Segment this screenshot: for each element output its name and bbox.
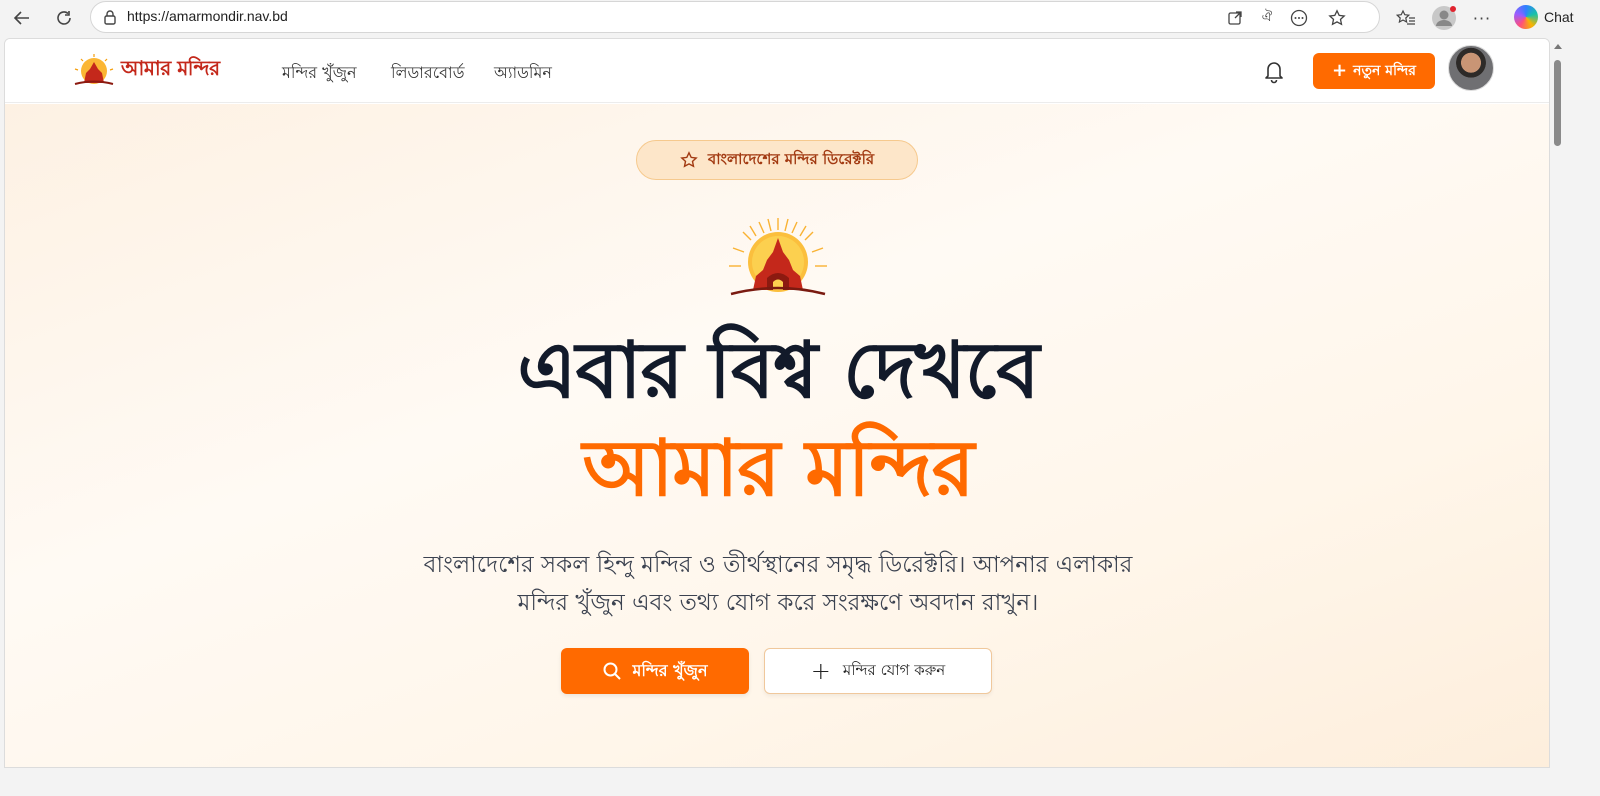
plus-icon: + <box>1332 60 1348 81</box>
translate-icon[interactable]: ঐ <box>1257 8 1277 28</box>
bell-icon[interactable] <box>1260 57 1288 85</box>
nav-admin[interactable]: অ্যাডমিন <box>494 60 552 87</box>
nav-leaderboard[interactable]: লিডারবোর্ড <box>391 60 464 87</box>
scrollbar-thumb[interactable] <box>1554 60 1561 146</box>
back-icon[interactable] <box>8 4 36 32</box>
scrollbar[interactable] <box>1552 42 1562 768</box>
directory-badge: বাংলাদেশের মন্দির ডিরেক্টরি <box>636 140 918 180</box>
refresh-icon[interactable] <box>50 4 78 32</box>
web-page: আমার মন্দির মন্দির খুঁজুন লিডারবোর্ড অ্য… <box>4 38 1550 768</box>
plus-icon: + <box>810 657 831 685</box>
badge-text: বাংলাদেশের মন্দির ডিরেক্টরি <box>707 149 875 168</box>
copilot-chat-button[interactable]: Chat <box>1514 3 1594 31</box>
url-text: https://amarmondir.nav.bd <box>127 8 288 24</box>
add-temple-button[interactable]: + মন্দির যোগ করুন <box>764 648 992 694</box>
hero-section: বাংলাদেশের মন্দির ডিরেক্টরি এবার বিশ্ব দ… <box>5 104 1549 767</box>
find-temple-button[interactable]: মন্দির খুঁজুন <box>561 648 749 694</box>
browser-toolbar: https://amarmondir.nav.bd ঐ ··· Chat <box>0 0 1600 36</box>
description-line2: মন্দির খুঁজুন এবং তথ্য যোগ করে সংরক্ষণে … <box>517 590 1039 616</box>
more-icon[interactable]: ··· <box>1468 4 1496 32</box>
extensions-icon[interactable] <box>1289 8 1309 28</box>
site-logo[interactable]: আমার মন্দির <box>71 53 220 87</box>
window-bottom <box>0 768 1600 796</box>
favorite-star-icon[interactable] <box>1327 8 1347 28</box>
chat-label: Chat <box>1544 9 1574 25</box>
open-app-icon[interactable] <box>1225 8 1245 28</box>
favorites-list-icon[interactable] <box>1392 4 1420 32</box>
temple-logo-icon <box>74 54 114 85</box>
search-icon <box>603 662 622 680</box>
logo-text: আমার মন্দির <box>121 55 220 80</box>
site-header: আমার মন্দির মন্দির খুঁজুন লিডারবোর্ড অ্য… <box>5 39 1549 103</box>
description-line1: বাংলাদেশের সকল হিন্দু মন্দির ও তীর্থস্থা… <box>423 552 1133 578</box>
lock-icon <box>103 9 117 29</box>
hero-title-line2: আমার মন্দির <box>582 424 974 514</box>
address-bar[interactable]: https://amarmondir.nav.bd ঐ <box>90 1 1380 33</box>
copilot-icon <box>1514 5 1538 29</box>
avatar[interactable] <box>1448 45 1494 91</box>
hero-title-line1: এবার বিশ্ব দেখবে <box>517 326 1039 416</box>
nav-find-temple[interactable]: মন্দির খুঁজুন <box>282 60 357 87</box>
scroll-up-icon[interactable] <box>1554 44 1562 49</box>
profile-icon[interactable] <box>1430 4 1458 32</box>
new-temple-label: নতুন মন্দির <box>1353 63 1416 79</box>
star-outline-icon <box>680 151 698 168</box>
hero-description: বাংলাদেশের সকল হিন্দু মন্দির ও তীর্থস্থা… <box>378 546 1178 622</box>
find-temple-label: মন্দির খুঁজুন <box>632 660 708 680</box>
temple-sun-icon <box>729 218 827 296</box>
add-temple-label: মন্দির যোগ করুন <box>842 660 946 679</box>
new-temple-button[interactable]: + নতুন মন্দির <box>1313 53 1435 89</box>
